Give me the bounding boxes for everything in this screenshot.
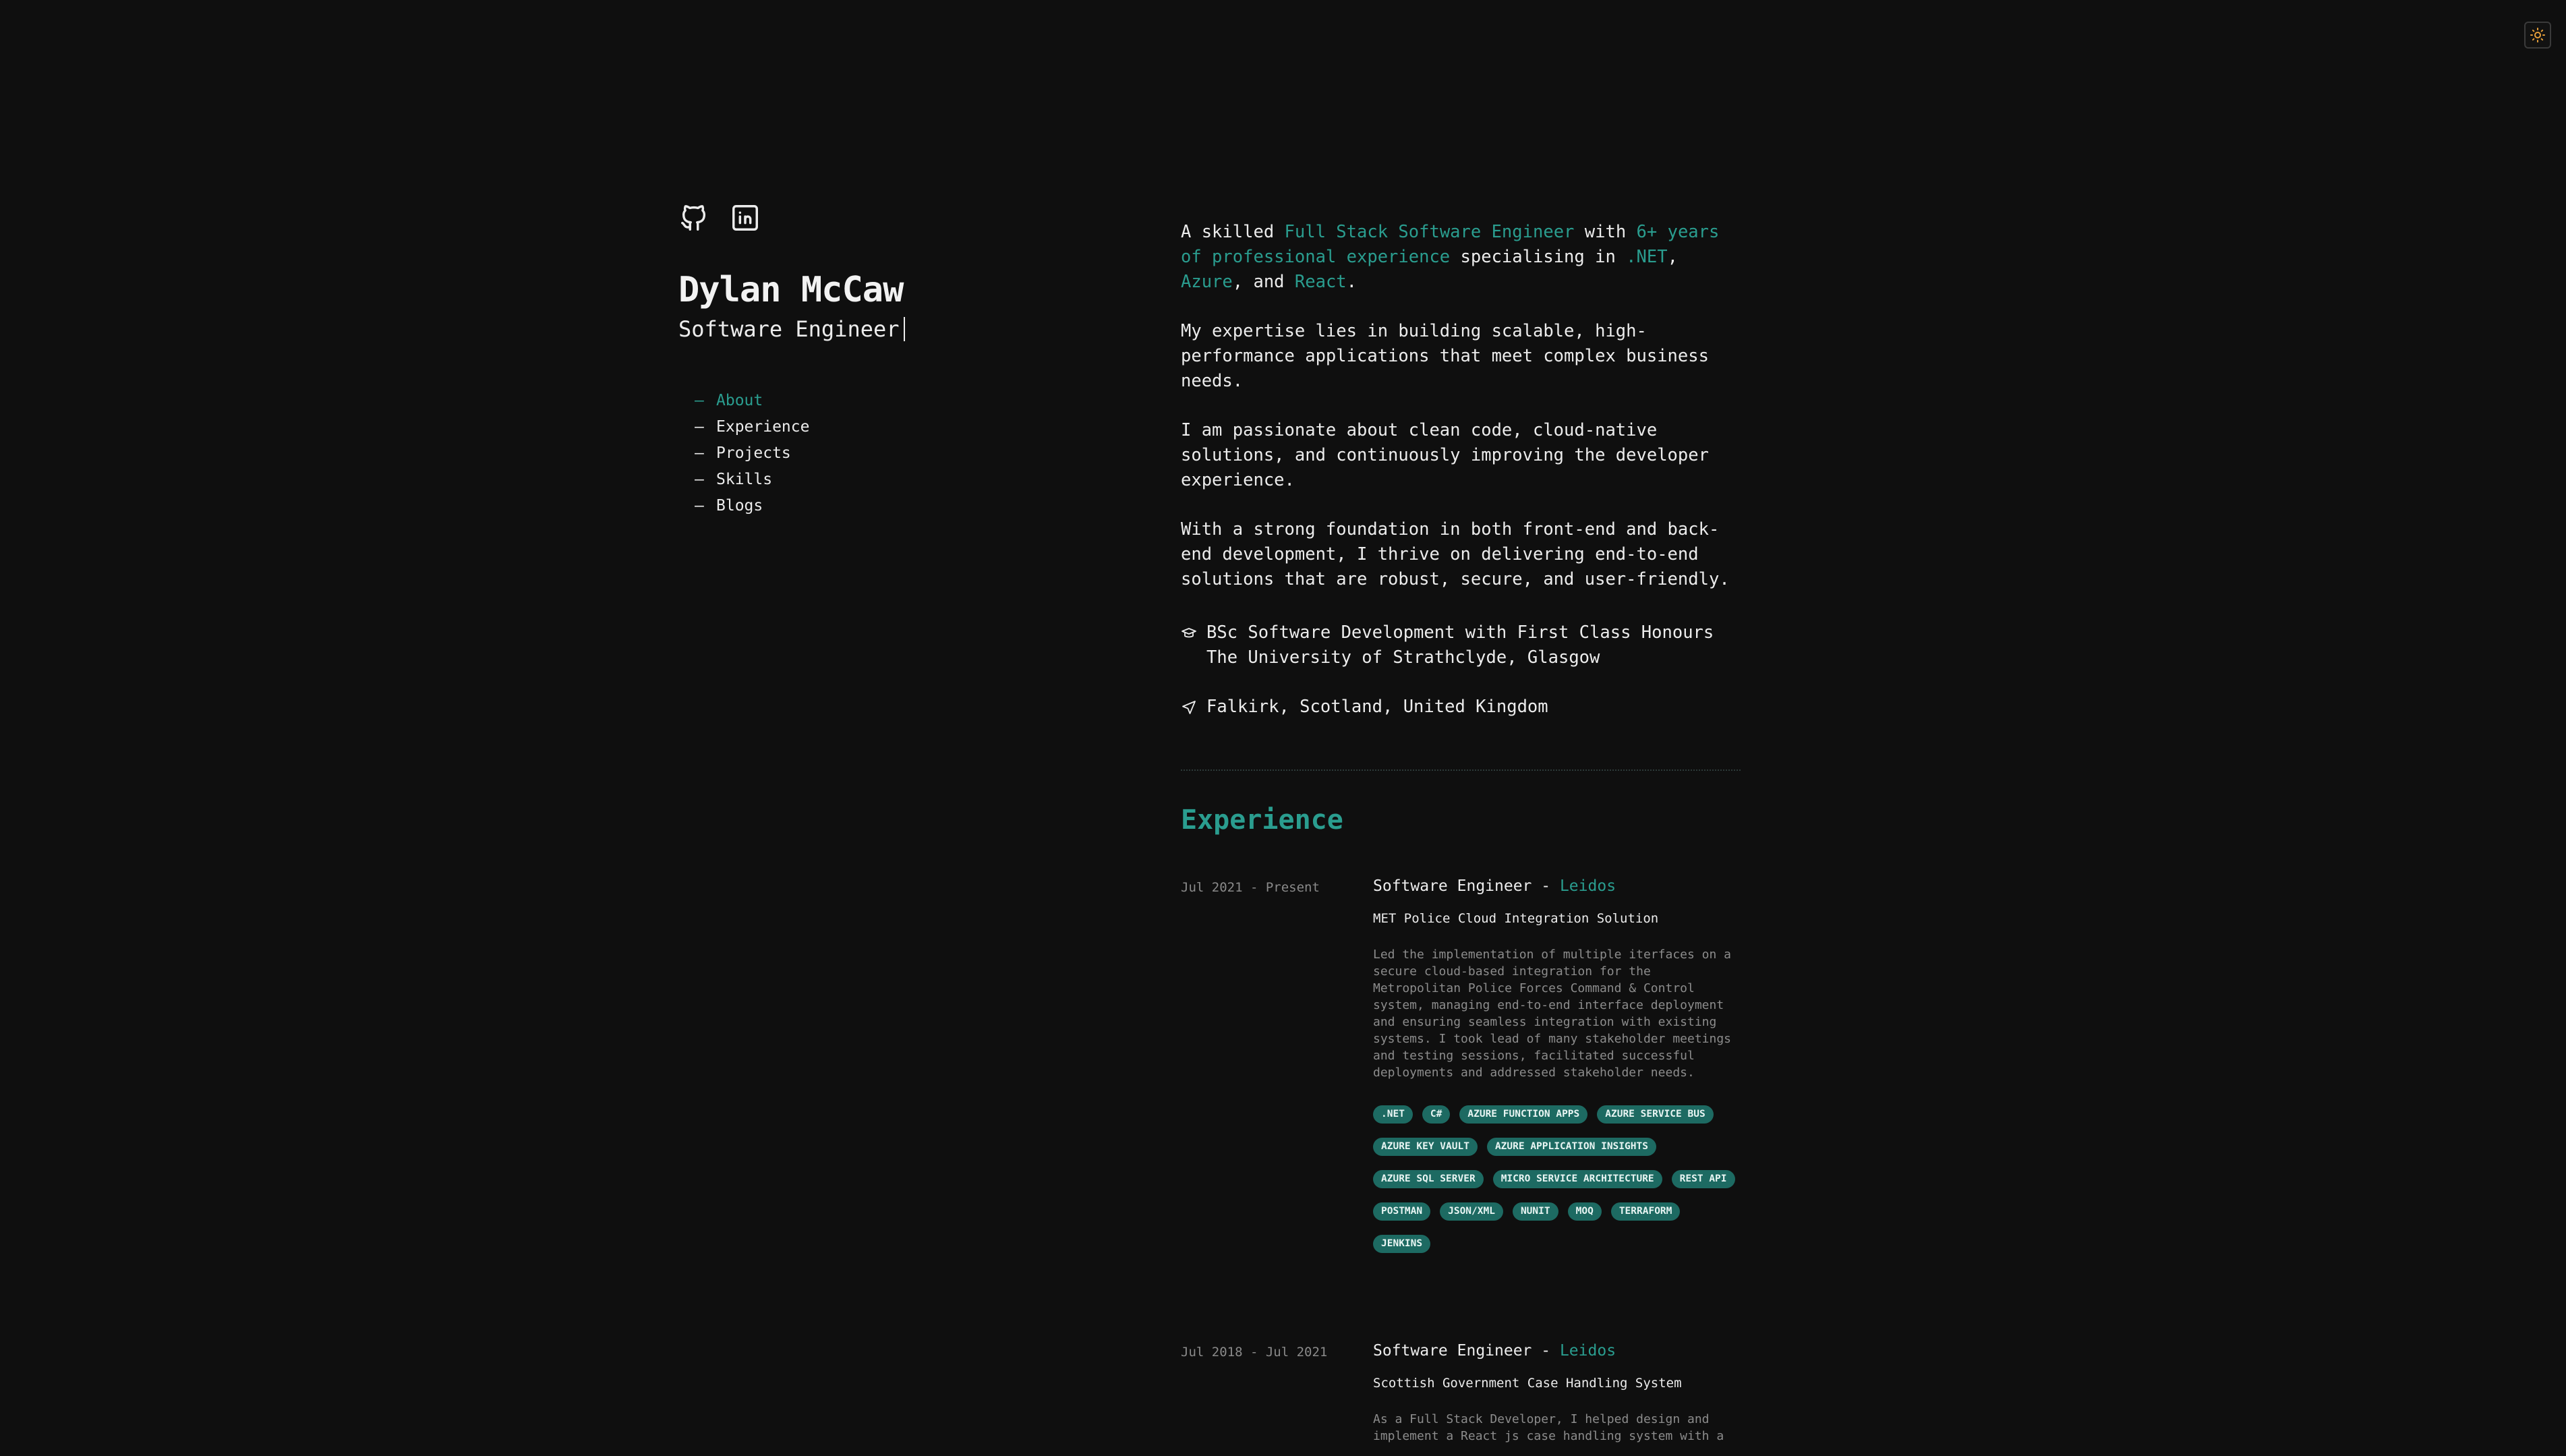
about-text: with [1574, 222, 1637, 242]
about-text: , and [1232, 272, 1295, 292]
about-intro: A skilled Full Stack Software Engineer w… [1181, 220, 1741, 295]
nav-label: About [716, 392, 763, 410]
job-title: Software Engineer - Leidos [1373, 877, 1741, 895]
nav-item-projects[interactable]: — Projects [695, 440, 1056, 467]
about-text: A skilled [1181, 222, 1285, 242]
experience-item: Jul 2021 - Present Software Engineer - L… [1181, 877, 1741, 1253]
job-project: MET Police Cloud Integration Solution [1373, 911, 1659, 926]
job-company-link[interactable]: Leidos [1560, 1342, 1616, 1360]
job-project: Scottish Government Case Handling System [1373, 1376, 1682, 1391]
nav-dash: — [695, 497, 704, 515]
nav-label: Skills [716, 471, 773, 489]
tech-tag: JSON/XML [1440, 1202, 1503, 1221]
experience-section: Experience Jul 2021 - Present Software E… [1181, 805, 1741, 1445]
about-meta: BSc Software Development with First Clas… [1181, 620, 1741, 720]
theme-toggle-button[interactable] [2524, 22, 2551, 49]
job-body: Software Engineer - Leidos MET Police Cl… [1373, 877, 1741, 1253]
profile-name: Dylan McCaw [678, 270, 904, 310]
job-date: Jul 2018 - Jul 2021 [1181, 1345, 1328, 1360]
job-description: Led the implementation of multiple iterf… [1373, 948, 1732, 1080]
about-highlight: Full Stack Software Engineer [1284, 222, 1575, 242]
location-arrow-icon [1181, 698, 1198, 716]
tech-tags: .NET C# AZURE FUNCTION APPS AZURE SERVIC… [1373, 1105, 1741, 1253]
sun-icon [2530, 27, 2546, 43]
experience-heading: Experience [1181, 805, 1343, 836]
about-text: , [1667, 247, 1678, 267]
tech-tag: TERRAFORM [1610, 1202, 1681, 1221]
nav-item-experience[interactable]: — Experience [695, 414, 1056, 440]
main-content: A skilled Full Stack Software Engineer w… [1181, 220, 1741, 1445]
nav-label: Experience [716, 418, 810, 436]
profile-role: Software Engineer [678, 316, 1056, 342]
section-divider [1181, 769, 1741, 771]
location-text: Falkirk, Scotland, United Kingdom [1206, 697, 1548, 717]
job-role: Software Engineer [1373, 1342, 1532, 1360]
job-body: Software Engineer - Leidos Scottish Gove… [1373, 1342, 1741, 1445]
job-company-link[interactable]: Leidos [1560, 877, 1616, 895]
job-separator: - [1532, 877, 1560, 895]
social-links [678, 202, 1056, 233]
tech-tag: AZURE SQL SERVER [1373, 1170, 1484, 1188]
github-link[interactable] [678, 202, 709, 233]
tech-tag: MOQ [1567, 1202, 1602, 1221]
nav-item-about[interactable]: — About [695, 388, 1056, 414]
github-icon [681, 205, 706, 231]
section-nav: — About — Experience — Projects — Skills… [695, 388, 1056, 519]
tech-tag: AZURE FUNCTION APPS [1459, 1105, 1588, 1124]
tech-tag: MICRO SERVICE ARCHITECTURE [1492, 1170, 1662, 1188]
tech-tag: C# [1422, 1105, 1451, 1124]
about-paragraph: My expertise lies in building scalable, … [1181, 321, 1709, 391]
education-text: BSc Software Development with First Clas… [1206, 620, 1714, 670]
about-paragraph: I am passionate about clean code, cloud-… [1181, 420, 1709, 490]
about-text: . [1346, 272, 1358, 292]
nav-dash: — [695, 392, 704, 410]
linkedin-icon [732, 205, 758, 231]
location-row: Falkirk, Scotland, United Kingdom [1181, 695, 1741, 720]
about-text: specialising in [1450, 247, 1627, 267]
job-description: As a Full Stack Developer, I helped desi… [1373, 1412, 1724, 1443]
about-highlight: .NET [1626, 247, 1668, 267]
tech-tag: NUNIT [1512, 1202, 1558, 1221]
about-paragraph: With a strong foundation in both front-e… [1181, 519, 1730, 589]
linkedin-link[interactable] [730, 202, 761, 233]
about-highlight: React [1294, 272, 1347, 292]
job-role: Software Engineer [1373, 877, 1532, 895]
nav-dash: — [695, 471, 704, 489]
about-highlight: Azure [1181, 272, 1233, 292]
nav-label: Blogs [716, 497, 763, 515]
experience-item: Jul 2018 - Jul 2021 Software Engineer - … [1181, 1342, 1741, 1445]
tech-tag: REST API [1671, 1170, 1735, 1188]
typing-caret [903, 317, 905, 342]
nav-item-blogs[interactable]: — Blogs [695, 493, 1056, 519]
tech-tag: AZURE APPLICATION INSIGHTS [1486, 1138, 1656, 1156]
nav-item-skills[interactable]: — Skills [695, 467, 1056, 493]
job-date: Jul 2021 - Present [1181, 880, 1320, 895]
tech-tag: AZURE KEY VAULT [1373, 1138, 1478, 1156]
tech-tag: AZURE SERVICE BUS [1597, 1105, 1714, 1124]
education-degree: BSc Software Development with First Clas… [1206, 622, 1714, 643]
nav-label: Projects [716, 444, 791, 463]
nav-dash: — [695, 418, 704, 436]
about-section: A skilled Full Stack Software Engineer w… [1181, 220, 1741, 720]
tech-tag: .NET [1373, 1105, 1413, 1124]
job-title: Software Engineer - Leidos [1373, 1342, 1741, 1360]
tech-tag: POSTMAN [1373, 1202, 1431, 1221]
graduation-cap-icon [1181, 624, 1198, 641]
education-university: The University of Strathclyde, Glasgow [1206, 647, 1600, 668]
job-separator: - [1532, 1342, 1560, 1360]
tech-tag: JENKINS [1373, 1235, 1431, 1253]
nav-dash: — [695, 444, 704, 463]
education-row: BSc Software Development with First Clas… [1181, 620, 1741, 670]
profile-role-text: Software Engineer [678, 316, 900, 343]
sidebar: Dylan McCaw Software Engineer — About — … [678, 202, 1056, 530]
